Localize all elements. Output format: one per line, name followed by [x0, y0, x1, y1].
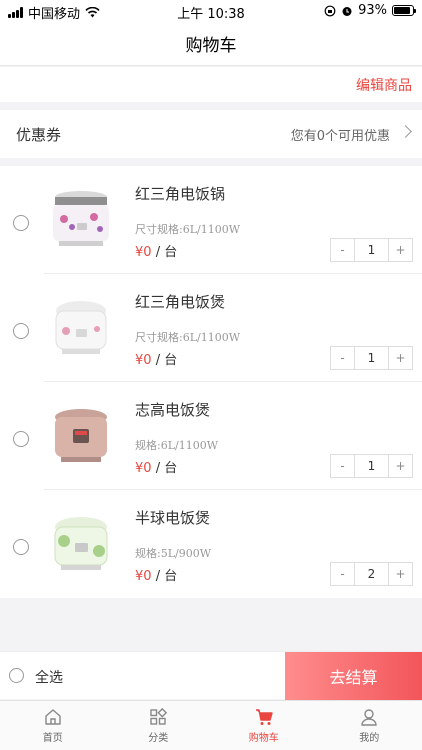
item-name[interactable]: 半球电饭煲 [135, 507, 210, 528]
checkout-button[interactable]: 去结算 [285, 652, 422, 700]
edit-items-button[interactable]: 编辑商品 [356, 75, 412, 95]
item-name[interactable]: 红三角电饭煲 [135, 291, 225, 312]
tab-label: 首页 [42, 733, 63, 744]
rice-cooker-floral-image [44, 183, 119, 258]
item-price-row: ¥0 / 台 [135, 457, 177, 476]
select-all-label[interactable]: 全选 [35, 667, 63, 687]
increase-button[interactable]: + [389, 455, 412, 477]
item-price: ¥0 [135, 461, 152, 476]
coupon-label: 优惠券 [16, 126, 62, 144]
coupon-row[interactable]: 优惠券 您有0个可用优惠 [0, 110, 422, 158]
page-title: 购物车 [185, 36, 237, 56]
user-icon [361, 709, 377, 726]
quantity-value[interactable]: 1 [354, 239, 389, 261]
increase-button[interactable]: + [389, 347, 412, 369]
cart-icon [255, 709, 273, 725]
item-price: ¥0 [135, 245, 152, 260]
decrease-button[interactable]: - [331, 239, 354, 261]
item-price-row: ¥0 / 台 [135, 241, 177, 260]
status-bar: 中国移动 上午 10:38 93% [0, 0, 422, 22]
battery-icon [392, 5, 416, 16]
decrease-button[interactable]: - [331, 455, 354, 477]
increase-button[interactable]: + [389, 563, 412, 585]
quantity-value[interactable]: 1 [354, 347, 389, 369]
item-price: ¥0 [135, 353, 152, 368]
item-price-row: ¥0 / 台 [135, 349, 177, 368]
item-name[interactable]: 志高电饭煲 [135, 399, 210, 420]
tab-profile[interactable]: 我的 [317, 701, 422, 750]
checkout-bar: 全选 去结算 [0, 651, 422, 700]
quantity-stepper: - 2 + [330, 562, 413, 586]
cart-item: 半球电饭煲 规格:5L/900W ¥0 / 台 - 2 + [0, 490, 422, 598]
select-all-radio[interactable] [9, 668, 24, 683]
category-icon [150, 707, 168, 725]
item-spec: 尺寸规格:6L/1100W [135, 223, 241, 236]
item-select-radio[interactable] [13, 215, 29, 231]
alarm-icon [342, 6, 352, 16]
cart-item: 红三角电饭煲 尺寸规格:6L/1100W ¥0 / 台 - 1 + [0, 274, 422, 382]
tab-category[interactable]: 分类 [106, 701, 212, 750]
tab-cart[interactable]: 购物车 [211, 701, 317, 750]
quantity-stepper: - 1 + [330, 238, 413, 262]
quantity-stepper: - 1 + [330, 346, 413, 370]
rice-cooker-pink-image [44, 399, 119, 474]
tab-label: 购物车 [248, 733, 279, 744]
cart-list: 红三角电饭锅 尺寸规格:6L/1100W ¥0 / 台 - 1 + 红三角电饭煲… [0, 166, 422, 598]
chevron-right-icon [399, 125, 412, 138]
rice-cooker-white-image [44, 291, 119, 366]
item-unit: / 台 [155, 569, 178, 584]
increase-button[interactable]: + [389, 239, 412, 261]
item-price: ¥0 [135, 569, 152, 584]
tab-home[interactable]: 首页 [0, 701, 106, 750]
item-unit: / 台 [155, 353, 178, 368]
orientation-lock-icon [324, 5, 336, 16]
coupon-info: 您有0个可用优惠 [290, 129, 390, 144]
item-spec: 规格:5L/900W [135, 547, 212, 560]
tab-label: 我的 [359, 733, 380, 744]
home-icon [45, 709, 61, 725]
decrease-button[interactable]: - [331, 563, 354, 585]
cart-item: 红三角电饭锅 尺寸规格:6L/1100W ¥0 / 台 - 1 + [0, 166, 422, 274]
quantity-value[interactable]: 1 [354, 455, 389, 477]
item-unit: / 台 [155, 461, 178, 476]
item-name[interactable]: 红三角电饭锅 [135, 183, 225, 204]
item-select-radio[interactable] [13, 431, 29, 447]
item-unit: / 台 [155, 245, 178, 260]
decrease-button[interactable]: - [331, 347, 354, 369]
tab-label: 分类 [148, 733, 169, 744]
item-select-radio[interactable] [13, 323, 29, 339]
battery-percent: 93% [358, 3, 387, 18]
cart-item: 志高电饭煲 规格:6L/1100W ¥0 / 台 - 1 + [0, 382, 422, 490]
item-price-row: ¥0 / 台 [135, 565, 177, 584]
rice-cooker-green-image [44, 507, 119, 582]
tab-bar: 首页 分类 购物车 我的 [0, 700, 422, 750]
nav-bar: 购物车 [0, 22, 422, 66]
item-spec: 尺寸规格:6L/1100W [135, 331, 241, 344]
item-select-radio[interactable] [13, 539, 29, 555]
quantity-stepper: - 1 + [330, 454, 413, 478]
quantity-value[interactable]: 2 [354, 563, 389, 585]
edit-bar: 编辑商品 [0, 67, 422, 102]
item-spec: 规格:6L/1100W [135, 439, 219, 452]
